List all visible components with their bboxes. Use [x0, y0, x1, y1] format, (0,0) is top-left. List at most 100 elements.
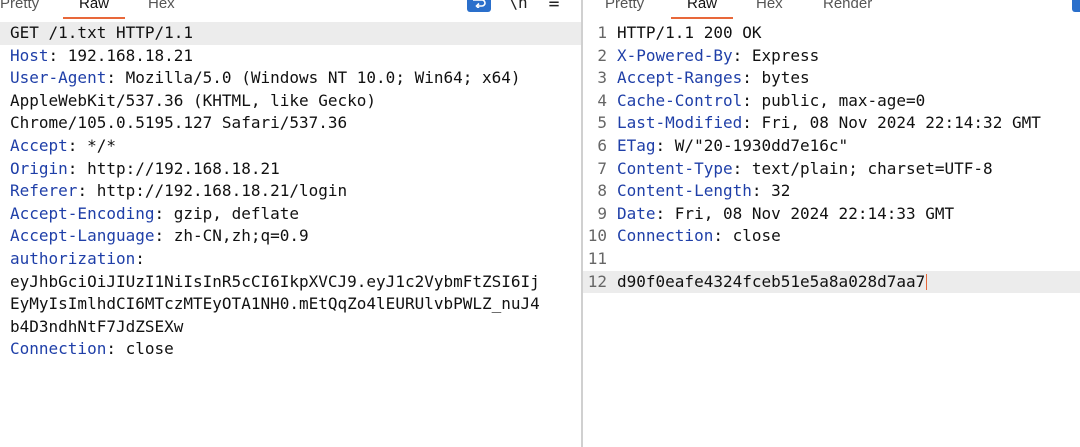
request-header-line: Chrome/105.0.5195.127 Safari/537.36	[0, 112, 581, 135]
tab-render[interactable]: Render	[823, 0, 872, 17]
header-value: Fri, 08 Nov 2024 22:14:33 GMT	[674, 203, 955, 223]
header-value: text/plain; charset=UTF-8	[751, 158, 993, 178]
header-value-continuation: AppleWebKit/537.36 (KHTML, like Gecko)	[10, 90, 377, 110]
header-name: User-Agent	[10, 68, 107, 88]
header-value: public, max-age=0	[761, 90, 926, 110]
header-name: Host	[10, 45, 49, 65]
header-value: http://192.168.18.21/login	[96, 181, 348, 201]
request-header-line: Origin: http://192.168.18.21	[10, 158, 280, 178]
tab-pretty[interactable]: Pretty	[0, 0, 39, 17]
header-value: W/"20-1930dd7e16c"	[674, 135, 849, 155]
line-number: 9	[597, 203, 607, 223]
header-name: Accept-Language	[10, 226, 155, 246]
request-header-line: Host: 192.168.18.21	[10, 45, 194, 65]
header-value: http://192.168.18.21	[87, 158, 280, 178]
word-wrap-button[interactable]	[1072, 0, 1080, 12]
response-pane: Pretty Raw Hex Render 1 HTTP/1.1 200 OK 2 X…	[583, 0, 1080, 447]
line-number: 6	[597, 135, 607, 155]
header-name: Referer	[10, 181, 78, 201]
header-value: close	[732, 226, 781, 246]
request-header-line: Connection: close	[10, 339, 174, 359]
request-header-line: User-Agent: Mozilla/5.0 (Windows NT 10.0…	[10, 68, 521, 88]
tab-hex[interactable]: Hex	[148, 0, 175, 17]
response-body: d90f0eafe4324fceb51e5a8a028d7aa7	[617, 271, 926, 291]
header-name: Origin	[10, 158, 68, 178]
header-value-continuation: Chrome/105.0.5195.127 Safari/537.36	[10, 113, 348, 133]
tab-pretty[interactable]: Pretty	[605, 0, 644, 17]
request-header-line: eyJhbGciOiJIUzI1NiIsInR5cCI6IkpXVCJ9.eyJ…	[0, 271, 581, 294]
header-value: Fri, 08 Nov 2024 22:14:32 GMT	[761, 113, 1041, 133]
header-name: Connection	[617, 226, 714, 246]
header-value: */*	[87, 135, 116, 155]
line-number: 1	[597, 23, 607, 42]
word-wrap-button[interactable]	[467, 0, 491, 12]
line-number: 3	[597, 68, 607, 88]
tab-hex[interactable]: Hex	[756, 0, 783, 17]
response-tabbar: Pretty Raw Hex Render	[583, 0, 1080, 19]
response-line: 1 HTTP/1.1 200 OK	[583, 22, 1080, 45]
request-header-line: Referer: http://192.168.18.21/login	[10, 181, 348, 201]
tab-raw[interactable]: Raw	[63, 0, 126, 19]
status-line: HTTP/1.1 200 OK	[617, 23, 762, 42]
line-number: 7	[597, 158, 607, 178]
header-name: Accept-Ranges	[617, 68, 743, 88]
header-name: Connection	[10, 339, 107, 359]
header-name: ETag	[617, 135, 656, 155]
response-line: 3 Accept-Ranges: bytes	[583, 67, 1080, 90]
line-number: 2	[597, 45, 607, 65]
request-header-line: Accept-Encoding: gzip, deflate	[10, 203, 299, 223]
request-header-line: AppleWebKit/537.36 (KHTML, like Gecko)	[0, 90, 581, 113]
response-line: 9 Date: Fri, 08 Nov 2024 22:14:33 GMT	[583, 203, 1080, 226]
request-pane: Pretty Raw Hex \n ≡ GET /1.txt HTTP/1.1 H…	[0, 0, 581, 447]
line-number: 8	[597, 181, 607, 201]
response-line: 12 d90f0eafe4324fceb51e5a8a028d7aa7	[583, 270, 1080, 294]
tab-raw[interactable]: Raw	[671, 0, 734, 19]
header-value: Mozilla/5.0 (Windows NT 10.0; Win64; x64…	[125, 68, 521, 88]
request-header-line: Accept: */*	[10, 135, 116, 155]
request-tabbar: Pretty Raw Hex	[0, 0, 581, 19]
header-name: authorization	[10, 248, 136, 268]
header-value: close	[125, 339, 174, 359]
request-header-line: b4D3ndhNtF7JdZSEXw	[0, 316, 581, 339]
request-header-line: authorization:	[10, 248, 155, 268]
request-header-line: Accept-Language: zh-CN,zh;q=0.9	[10, 226, 309, 246]
header-value: Express	[751, 45, 820, 65]
header-name: Cache-Control	[617, 90, 743, 110]
header-name: Date	[617, 203, 656, 223]
header-name: Accept-Encoding	[10, 203, 155, 223]
request-header-line: EyMyIsImlhdCI6MTczMTEyOTA1NH0.mEtQqZo4lE…	[0, 293, 581, 316]
header-value: zh-CN,zh;q=0.9	[173, 226, 309, 246]
text-caret	[926, 274, 928, 291]
request-line: GET /1.txt HTTP/1.1	[0, 22, 581, 45]
response-line: 4 Cache-Control: public, max-age=0	[583, 90, 1080, 113]
header-value: 32	[771, 181, 791, 201]
line-number: 10	[587, 226, 607, 246]
header-name: X-Powered-By	[617, 45, 733, 65]
response-line: 2 X-Powered-By: Express	[583, 45, 1080, 68]
header-value-continuation: eyJhbGciOiJIUzI1NiIsInR5cCI6IkpXVCJ9.eyJ…	[10, 271, 540, 291]
header-name: Content-Type	[617, 158, 733, 178]
response-line: 8 Content-Length: 32	[583, 180, 1080, 203]
response-line: 7 Content-Type: text/plain; charset=UTF-8	[583, 158, 1080, 181]
line-number: 5	[597, 113, 607, 133]
response-line: 6 ETag: W/"20-1930dd7e16c"	[583, 135, 1080, 158]
newline-toggle-icon[interactable]: \n	[508, 0, 528, 12]
line-number: 11	[587, 248, 607, 268]
response-viewer[interactable]: 1 HTTP/1.1 200 OK 2 X-Powered-By: Express 3 A…	[583, 22, 1080, 294]
header-name: Accept	[10, 135, 68, 155]
header-name: Last-Modified	[617, 113, 743, 133]
response-line: 10 Connection: close	[583, 225, 1080, 248]
line-number: 12	[587, 271, 607, 291]
response-line: 5 Last-Modified: Fri, 08 Nov 2024 22:14:3…	[583, 112, 1080, 135]
header-name: Content-Length	[617, 181, 752, 201]
header-value-continuation: b4D3ndhNtF7JdZSEXw	[10, 316, 184, 336]
response-line: 11	[583, 248, 1080, 271]
header-value: 192.168.18.21	[67, 45, 194, 65]
header-value: bytes	[761, 68, 810, 88]
request-editor[interactable]: GET /1.txt HTTP/1.1 Host: 192.168.18.21 Us…	[0, 22, 581, 361]
menu-icon[interactable]: ≡	[544, 0, 564, 13]
header-value-continuation: EyMyIsImlhdCI6MTczMTEyOTA1NH0.mEtQqZo4lE…	[10, 294, 540, 314]
header-value: gzip, deflate	[173, 203, 299, 223]
word-wrap-icon	[473, 0, 486, 8]
line-number: 4	[597, 90, 607, 110]
